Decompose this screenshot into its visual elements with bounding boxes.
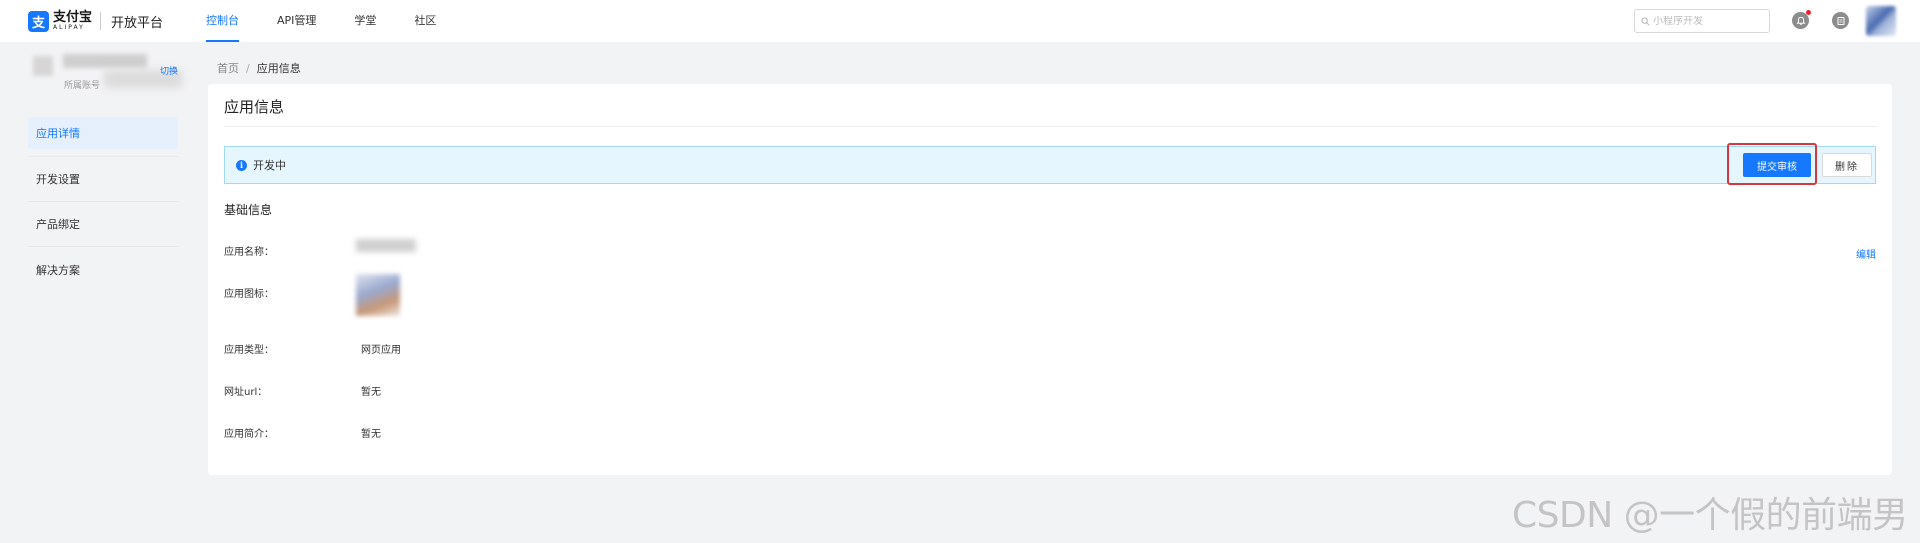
csdn-watermark: CSDN @一个假的前端男	[1512, 495, 1908, 536]
sidebar-item-dev-settings[interactable]: 开发设置	[28, 156, 178, 202]
account-name-blurred	[63, 54, 147, 68]
page-title: 应用信息	[224, 98, 285, 116]
status-text: 开发中	[253, 159, 286, 172]
breadcrumb-home[interactable]: 首页	[217, 60, 239, 76]
field-value-app-type: 网页应用	[361, 345, 401, 356]
app-info-card: 应用信息 i 开发中 提交审核 删除 基础信息 应用名称： 应用图标： 应用类型…	[208, 84, 1892, 475]
field-label-app-intro: 应用简介：	[224, 429, 274, 440]
alipay-logo-icon: 支	[28, 10, 49, 32]
logo-text-en: ALIPAY	[53, 24, 85, 31]
platform-name: 开放平台	[111, 15, 164, 31]
logo-text-cn: 支付宝	[53, 10, 93, 25]
search-icon	[1641, 16, 1650, 25]
submit-review-button[interactable]: 提交审核	[1743, 153, 1811, 177]
sidebar-item-app-details[interactable]: 应用详情	[28, 117, 178, 149]
bell-icon[interactable]	[1792, 10, 1811, 29]
document-glyph-icon	[1837, 16, 1844, 25]
title-divider	[224, 126, 1878, 127]
info-icon: i	[236, 159, 247, 171]
user-avatar[interactable]	[1866, 6, 1896, 36]
account-info: 所属账号 切换	[30, 50, 182, 100]
top-nav: 控制台 API管理 学堂 社区	[206, 0, 474, 42]
breadcrumb-separator: /	[246, 61, 250, 75]
account-avatar	[33, 56, 53, 76]
field-label-app-type: 应用类型：	[224, 345, 274, 356]
field-label-app-icon: 应用图标：	[224, 289, 274, 300]
delete-button[interactable]: 删除	[1822, 153, 1872, 177]
field-label-app-name: 应用名称：	[224, 247, 274, 258]
alipay-logo[interactable]: 支 支付宝 ALIPAY 开放平台	[28, 10, 163, 32]
sidebar: 所属账号 切换 应用详情 开发设置 产品绑定 解决方案	[0, 42, 200, 543]
edit-link[interactable]: 编辑	[1856, 246, 1876, 261]
search-box[interactable]	[1634, 9, 1770, 33]
breadcrumb-current: 应用信息	[256, 62, 301, 75]
sidebar-item-product-binding[interactable]: 产品绑定	[28, 202, 178, 247]
nav-community[interactable]: 社区	[414, 0, 436, 42]
bell-glyph-icon	[1796, 16, 1805, 25]
field-value-app-intro: 暂无	[361, 429, 381, 440]
nav-api-management[interactable]: API管理	[277, 0, 316, 42]
account-label: 所属账号	[64, 81, 101, 91]
notification-dot	[1806, 10, 1811, 15]
breadcrumb: 首页 / 应用信息	[217, 60, 301, 76]
message-icon[interactable]	[1832, 12, 1849, 29]
app-icon-image	[356, 274, 400, 316]
app-name-blurred	[356, 239, 416, 252]
search-input[interactable]	[1653, 15, 1763, 27]
field-label-url: 网址url：	[224, 387, 268, 398]
nav-console[interactable]: 控制台	[206, 0, 239, 42]
switch-account-link[interactable]: 切换	[160, 64, 178, 77]
section-title-basic-info: 基础信息	[224, 203, 273, 217]
status-alert: i 开发中	[224, 146, 1876, 184]
sidebar-menu: 应用详情 开发设置 产品绑定 解决方案	[28, 117, 178, 293]
nav-academy[interactable]: 学堂	[354, 0, 376, 42]
sidebar-item-solutions[interactable]: 解决方案	[28, 247, 178, 293]
field-value-url: 暂无	[361, 387, 381, 398]
logo-divider	[100, 12, 102, 30]
top-header: 支 支付宝 ALIPAY 开放平台 控制台 API管理 学堂 社区	[0, 0, 1920, 42]
